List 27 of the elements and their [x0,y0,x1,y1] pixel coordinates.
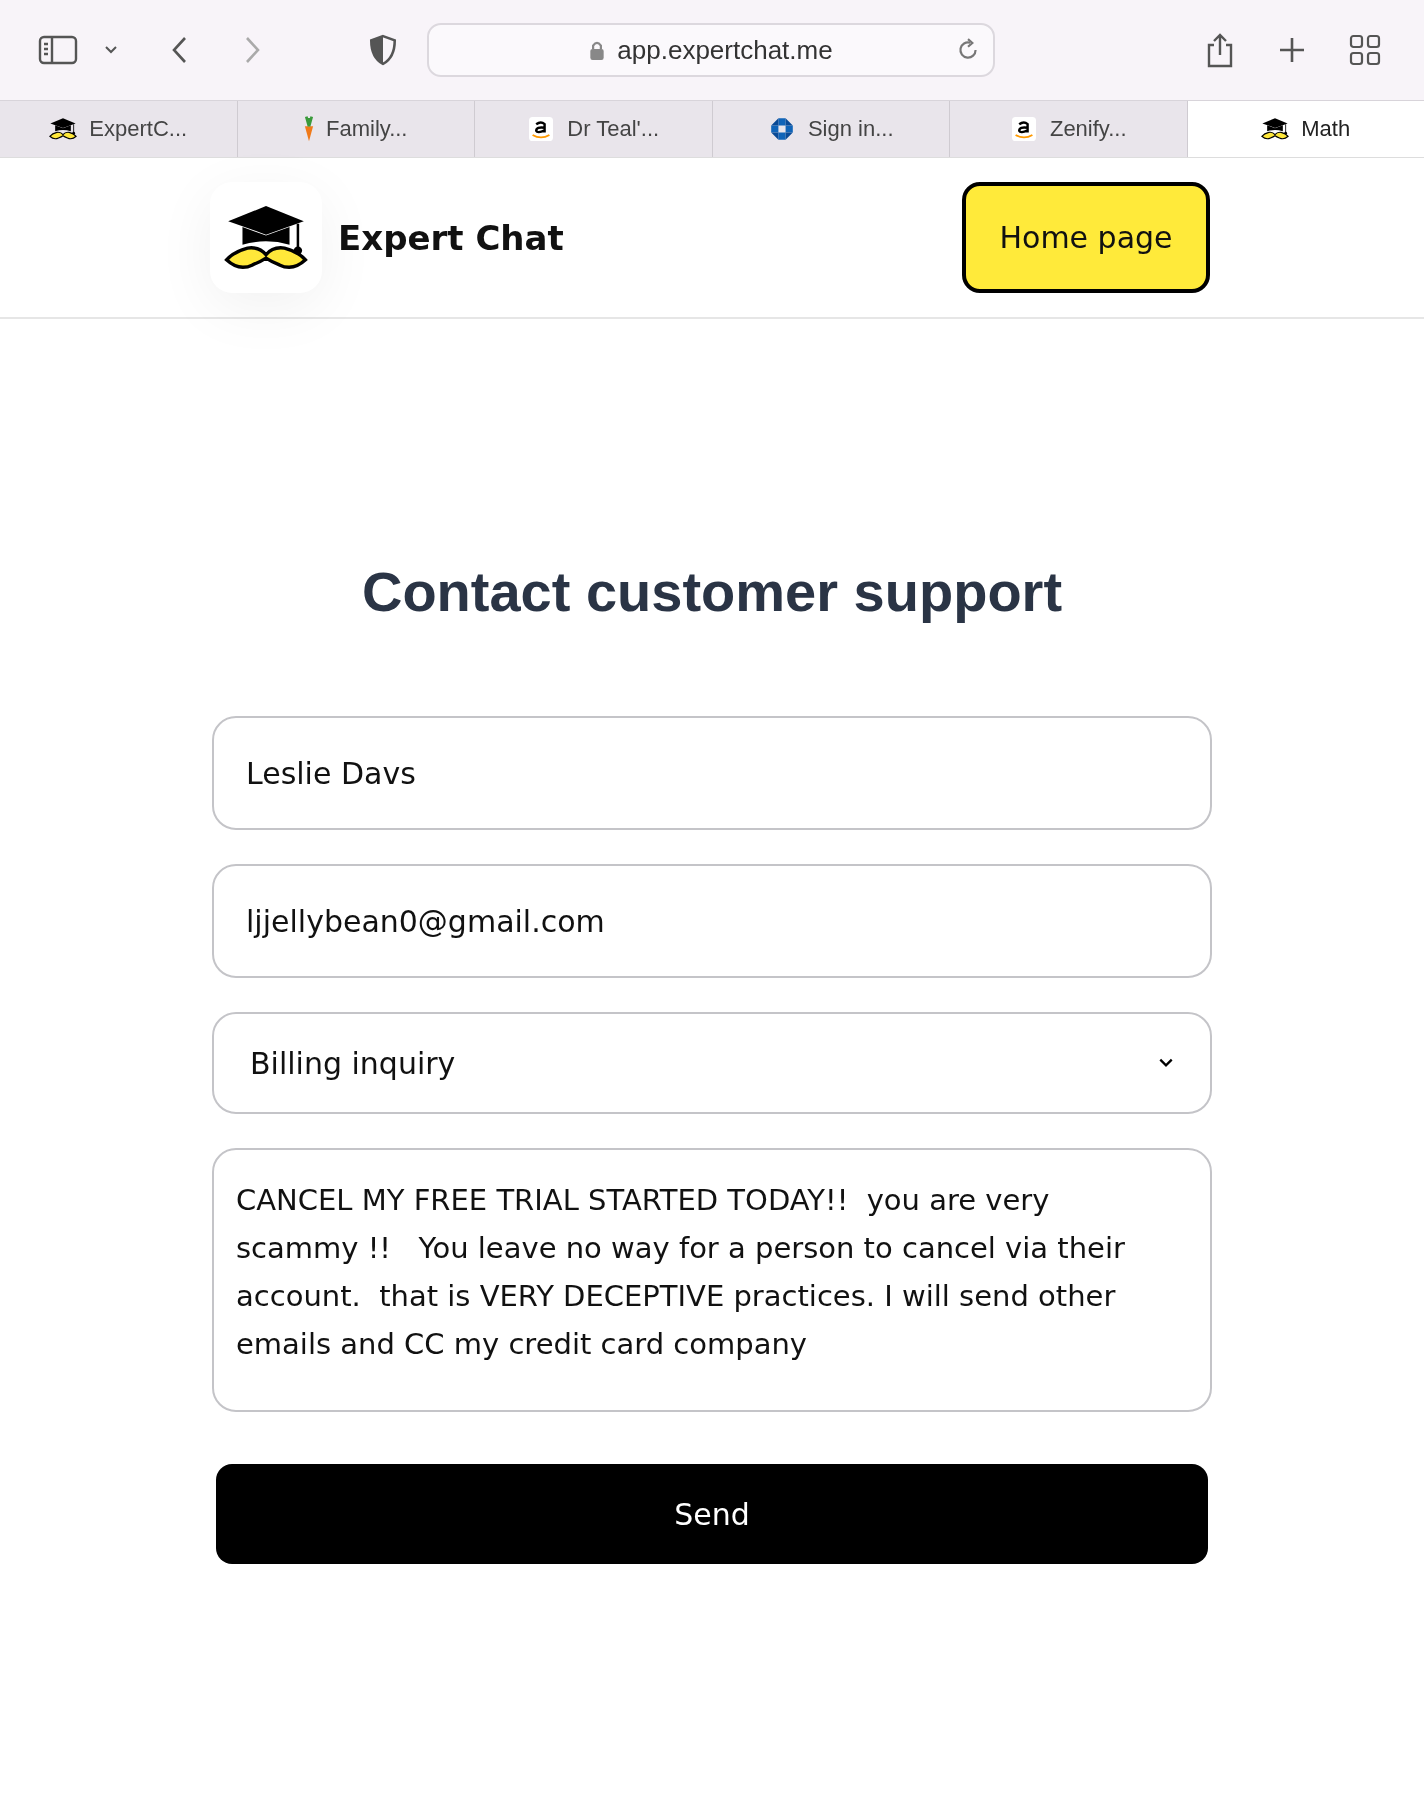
new-tab-icon[interactable] [1277,35,1307,65]
message-field[interactable]: CANCEL MY FREE TRIAL STARTED TODAY!! you are very scammy !! You leave no way for a person to cancel via their account. that is VERY DECEPTIVE practices. I will send other emails and CC my credit card company [212,1148,1212,1412]
carrot-icon [304,116,314,142]
name-field[interactable]: Leslie Davs [212,716,1212,830]
email-field[interactable]: ljjellybean0@gmail.com [212,864,1212,978]
send-button[interactable]: Send [216,1464,1208,1564]
share-icon[interactable] [1205,32,1235,68]
home-page-button[interactable]: Home page [962,182,1210,293]
browser-tab[interactable]: ExpertC... [0,101,238,157]
mascot-logo-icon [224,203,308,272]
topic-dropdown[interactable]: Billing inquiry [212,1012,1212,1114]
browser-tab[interactable]: Sign in... [712,101,950,157]
mascot-icon [49,117,78,141]
sidebar-icon[interactable] [38,35,78,65]
browser-tab[interactable]: Family... [237,101,475,157]
lock-icon [589,40,606,60]
chevron-down-icon [1158,1057,1174,1069]
browser-tab[interactable]: Zenify... [950,101,1188,157]
browser-tab[interactable]: Dr Teal'... [475,101,713,157]
url-text: app.expertchat.me [617,34,833,66]
brand-name: Expert Chat [338,217,564,258]
address-bar[interactable]: app.expertchat.me [427,23,995,77]
chevron-down-icon[interactable] [104,45,118,55]
tab-overview-icon[interactable] [1349,34,1381,66]
mascot-icon [1261,117,1290,141]
page-title: Contact customer support [360,559,1064,624]
shield-icon[interactable] [369,34,397,66]
